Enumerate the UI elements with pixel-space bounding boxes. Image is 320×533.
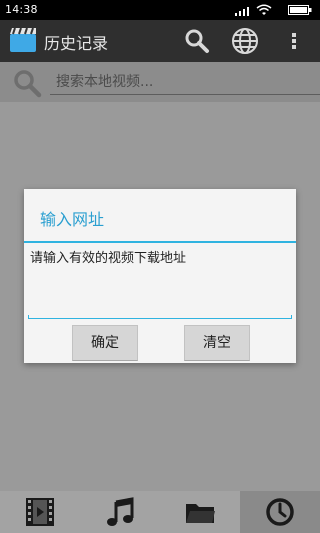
globe-icon[interactable] (230, 26, 260, 56)
url-input-dialog: 输入网址 请输入有效的视频下载地址 确定 清空 (24, 189, 296, 363)
music-icon (107, 497, 134, 526)
clear-button[interactable]: 清空 (184, 325, 250, 361)
battery-icon (288, 5, 312, 15)
url-input-underline (28, 315, 292, 319)
bottom-nav (0, 491, 320, 533)
tab-history[interactable] (240, 491, 320, 533)
status-time: 14:38 (5, 3, 38, 16)
url-input-field[interactable]: 请输入有效的视频下载地址 (28, 245, 290, 317)
page-title: 历史记录 (44, 34, 109, 53)
tab-video[interactable] (0, 491, 80, 533)
search-bar (0, 62, 320, 102)
tab-folder[interactable] (160, 491, 240, 533)
folder-icon (186, 504, 215, 523)
tab-music[interactable] (80, 491, 160, 533)
signal-icon (235, 7, 249, 16)
dialog-title-divider (24, 241, 296, 243)
dialog-title: 输入网址 (40, 210, 105, 229)
search-input[interactable] (50, 70, 320, 95)
app-icon[interactable] (8, 25, 38, 55)
confirm-button[interactable]: 确定 (72, 325, 138, 361)
video-icon (26, 498, 54, 526)
status-bar: 14:38 (0, 0, 320, 20)
more-icon[interactable] (282, 26, 306, 56)
action-bar: 历史记录 (0, 20, 320, 62)
search-icon[interactable] (10, 66, 44, 100)
history-icon (266, 498, 294, 526)
wifi-icon (256, 4, 272, 15)
search-icon[interactable] (182, 26, 212, 56)
